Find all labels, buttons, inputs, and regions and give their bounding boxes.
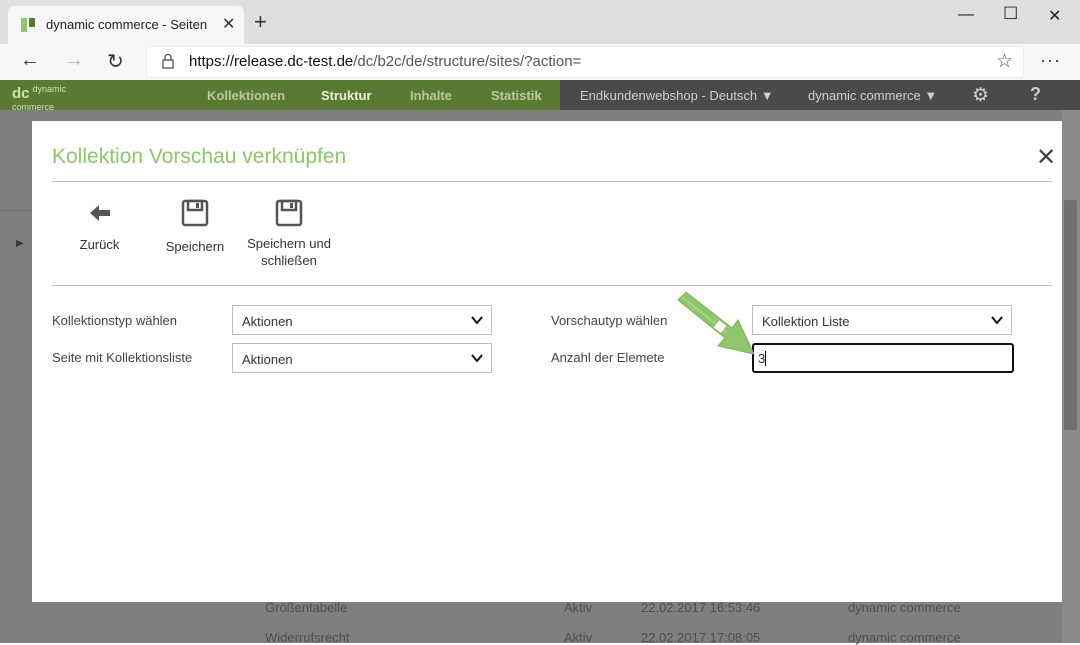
forward-arrow-icon[interactable]: → — [64, 49, 84, 72]
divider — [52, 285, 1052, 286]
site-favicon-icon — [21, 18, 35, 32]
address-bar[interactable]: https://release.dc-test.de/dc/b2c/de/str… — [146, 46, 1024, 78]
link-collection-preview-dialog: Kollektion Vorschau verknüpfen ✕ Zurück … — [32, 121, 1062, 602]
close-icon[interactable]: ✕ — [1036, 143, 1056, 172]
browser-toolbar: ← → ↻ https://release.dc-test.de/dc/b2c/… — [0, 44, 1080, 80]
table-row-date: 22.02.2017 16:53:46 — [641, 600, 761, 615]
caret-down-icon: ▼ — [760, 88, 774, 103]
tab-title: dynamic commerce - Seiten — [46, 17, 208, 32]
more-options-icon[interactable]: ··· — [1040, 50, 1061, 71]
collection-page-select[interactable]: Aktionen — [232, 343, 492, 373]
table-row-user: dynamic commerce — [848, 600, 961, 615]
nav-inhalte[interactable]: Inhalte — [410, 88, 452, 103]
shop-selector[interactable]: Endkundenwebshop - Deutsch ▼ — [580, 88, 774, 103]
save-button[interactable]: Speichern — [160, 199, 230, 254]
page-scrollbar-thumb[interactable] — [1064, 200, 1077, 430]
back-button[interactable]: Zurück — [72, 201, 127, 252]
element-count-input[interactable]: 3 — [752, 343, 1014, 373]
arrow-left-icon — [89, 205, 110, 221]
divider — [52, 181, 1052, 182]
element-count-label: Anzahl der Elemete — [551, 350, 665, 365]
app-header: dc dynamic commerce Kollektionen Struktur… — [0, 80, 1080, 112]
nav-struktur[interactable]: Struktur — [321, 88, 372, 103]
refresh-icon[interactable]: ↻ — [107, 49, 124, 74]
close-icon[interactable]: ✕ — [1048, 6, 1061, 26]
table-row-name: Größentabelle — [265, 600, 348, 615]
preview-type-label: Vorschautyp wählen — [551, 313, 668, 328]
gear-icon[interactable]: ⚙ — [972, 84, 989, 107]
text-cursor — [765, 351, 767, 366]
browser-tab-strip: dynamic commerce - Seiten ✕ + — ☐ ✕ — [0, 0, 1080, 44]
modal-title: Kollektion Vorschau verknüpfen — [52, 145, 347, 168]
highlight-arrow-icon — [677, 291, 755, 355]
account-selector[interactable]: dynamic commerce ▼ — [808, 88, 937, 103]
minimize-icon[interactable]: — — [958, 6, 974, 24]
favorite-star-icon[interactable]: ☆ — [996, 50, 1013, 73]
app-logo[interactable]: dc dynamic commerce — [12, 85, 66, 112]
chevron-down-icon — [471, 354, 483, 363]
chevron-down-icon — [471, 316, 483, 325]
browser-tab[interactable]: dynamic commerce - Seiten ✕ — [8, 6, 244, 44]
new-tab-button[interactable]: + — [254, 9, 267, 35]
nav-statistik[interactable]: Statistik — [491, 88, 542, 103]
url-text: https://release.dc-test.de/dc/b2c/de/str… — [189, 53, 582, 70]
table-row-status: Aktiv — [564, 600, 593, 615]
back-arrow-icon[interactable]: ← — [20, 49, 40, 72]
floppy-disk-icon — [275, 199, 303, 227]
preview-type-select[interactable]: Kollektion Liste — [752, 305, 1012, 335]
help-icon[interactable]: ? — [1030, 84, 1041, 105]
expand-caret-icon: ▶ — [16, 238, 24, 249]
lock-icon — [162, 53, 174, 69]
floppy-disk-icon — [181, 199, 209, 227]
chevron-down-icon — [991, 316, 1003, 325]
tab-close-icon[interactable]: ✕ — [222, 14, 235, 34]
caret-down-icon: ▼ — [924, 88, 938, 103]
nav-kollektionen[interactable]: Kollektionen — [207, 88, 285, 103]
collection-type-label: Kollektionstyp wählen — [52, 313, 178, 328]
collection-page-label: Seite mit Kollektionsliste — [52, 350, 193, 365]
maximize-icon[interactable]: ☐ — [1003, 4, 1018, 24]
divider — [0, 210, 32, 211]
collection-type-select[interactable]: Aktionen — [232, 305, 492, 335]
save-and-close-button[interactable]: Speichern und schließen — [244, 199, 334, 269]
